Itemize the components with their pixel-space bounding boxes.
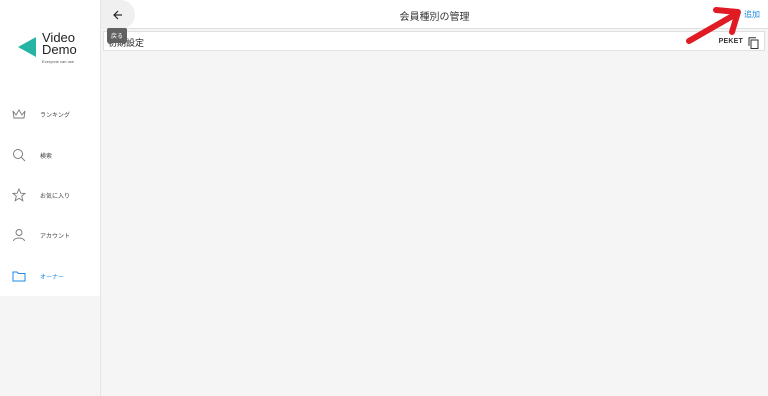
sidebar-item-label: ランキング	[40, 112, 70, 119]
person-icon	[12, 228, 26, 242]
page-title: 会員種別の管理	[399, 12, 470, 23]
play-logo-icon	[18, 37, 36, 57]
brand-logo[interactable]: Video Demo Everyone can use	[16, 31, 96, 68]
sidebar-panel: Video Demo Everyone can use ランキング 検索 お気に…	[0, 0, 100, 296]
sidebar-item-favorites[interactable]: お気に入り	[0, 183, 100, 207]
sidebar-item-ranking[interactable]: ランキング	[0, 102, 100, 126]
sidebar-item-label: 検索	[40, 153, 53, 160]
sidebar: Video Demo Everyone can use ランキング 検索 お気に…	[0, 0, 101, 396]
folder-icon	[12, 269, 26, 283]
list-item[interactable]: 初期設定 PEKET	[103, 31, 765, 51]
sidebar-item-label: お気に入り	[40, 193, 71, 200]
top-header: 会員種別の管理 追加	[101, 0, 768, 29]
sidebar-item-label: オーナー	[40, 274, 65, 281]
sidebar-item-owner[interactable]: オーナー	[0, 264, 100, 288]
brand-name-line2: Demo	[42, 42, 77, 57]
star-icon	[12, 188, 26, 202]
crown-icon	[12, 107, 26, 121]
copy-icon[interactable]	[748, 36, 759, 49]
annotation-arrow-icon	[686, 7, 741, 44]
sidebar-item-account[interactable]: アカウント	[0, 223, 100, 247]
back-tooltip: 戻る	[107, 28, 128, 43]
sidebar-item-search[interactable]: 検索	[0, 143, 100, 167]
brand-name: Video Demo	[42, 31, 77, 57]
add-button[interactable]: 追加	[744, 9, 760, 20]
search-icon	[12, 148, 26, 162]
brand-tagline: Everyone can use	[42, 59, 75, 64]
sidebar-item-label: アカウント	[40, 233, 71, 240]
